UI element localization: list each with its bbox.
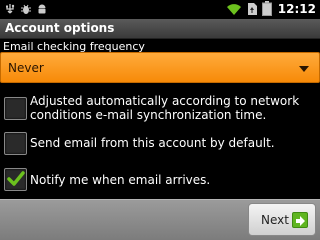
option-auto-sync[interactable]: Adjusted automatically according to netw… — [0, 92, 320, 124]
android-icon — [38, 4, 46, 14]
arrow-right-icon — [292, 212, 308, 228]
auto-sync-label: Adjusted automatically according to netw… — [30, 94, 300, 122]
default-account-checkbox[interactable] — [4, 132, 27, 155]
bottom-bar: Next — [0, 199, 320, 240]
wifi-icon — [226, 3, 241, 15]
bug-icon — [21, 4, 31, 14]
status-icons-right: 12:12 — [226, 1, 316, 16]
option-notify[interactable]: Notify me when email arrives. — [0, 167, 320, 193]
default-account-label: Send email from this account by default. — [30, 136, 275, 150]
content-area: Email checking frequency Never Adjusted … — [0, 39, 320, 199]
battery-icon — [261, 1, 272, 16]
usb-icon — [6, 4, 15, 14]
auto-sync-checkbox[interactable] — [4, 97, 27, 120]
notify-checkbox[interactable] — [4, 168, 27, 191]
notify-label: Notify me when email arrives. — [30, 173, 211, 187]
sd-card-icon — [247, 2, 257, 15]
status-icons-left — [4, 3, 48, 15]
dropdown-arrow-icon — [299, 66, 309, 72]
option-default-account[interactable]: Send email from this account by default. — [0, 132, 320, 158]
frequency-spinner[interactable]: Never — [0, 52, 320, 83]
checkmark-icon — [7, 171, 25, 186]
title-bar: Account options — [0, 19, 320, 39]
status-time: 12:12 — [277, 1, 316, 16]
next-button[interactable]: Next — [248, 203, 316, 236]
status-bar: 12:12 — [0, 0, 320, 19]
page-title: Account options — [5, 21, 115, 35]
frequency-selected-value: Never — [8, 61, 44, 75]
next-button-label: Next — [261, 213, 289, 227]
